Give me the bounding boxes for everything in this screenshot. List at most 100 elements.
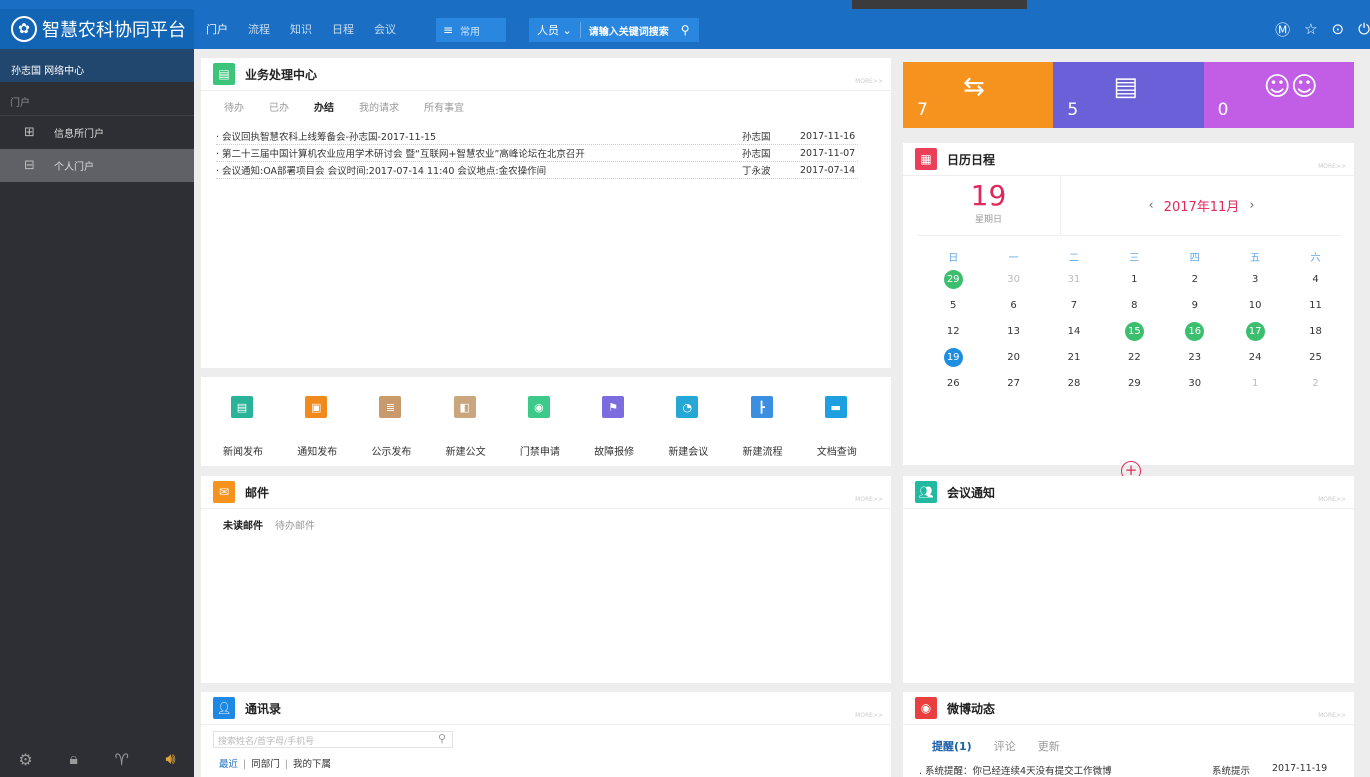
speaker-icon[interactable]: 🔊︎ [166,749,176,769]
item-title[interactable]: · 会议通知:OA部署项目会 会议时间:2017-07-14 11:40 会议地… [216,163,742,177]
item-title[interactable]: · 第二十三届中国计算机农业应用学术研讨会 暨“互联网+智慧农业”高峰论坛在北京… [216,146,742,160]
nav-workflow[interactable]: 流程 [248,21,270,37]
calendar-day[interactable]: 11 [1285,292,1345,318]
more-link[interactable]: MORE>> [855,496,883,503]
calendar-day[interactable]: 4 [1285,266,1345,292]
search-scope-select[interactable]: 人员 ⌄ [529,22,581,38]
tab-updates[interactable]: 更新 [1038,738,1060,754]
list-item[interactable]: · 会议回执智慧农科上线筹备会-孙志国-2017-11-15 孙志国 2017-… [216,128,858,145]
tab-unread-mail[interactable]: 未读邮件 [223,517,263,532]
sidebar-item-info-portal[interactable]: ⊞ 信息所门户 [0,116,194,149]
tab-recent[interactable]: 最近 [219,759,238,770]
contacts-search-input[interactable]: 搜索姓名/首字母/手机号 ⚲ [213,731,453,748]
calendar-day[interactable]: 12 [923,318,983,344]
calendar-day[interactable]: 10 [1225,292,1285,318]
app-logo[interactable]: ✿ 智慧农科协同平台 [0,9,194,49]
nav-portal[interactable]: 门户 [206,21,228,37]
calendar-day[interactable]: 16 [1165,318,1225,344]
settings-icon[interactable]: ⚙ [18,750,32,769]
shortcut-publicity[interactable]: ≣ 公示发布 [371,396,445,458]
star-icon[interactable]: ☆ [1304,20,1317,38]
calendar-day[interactable]: 2 [1285,370,1345,396]
calendar-day[interactable]: 17 [1225,318,1285,344]
more-link[interactable]: MORE>> [1318,163,1346,170]
calendar-day[interactable]: 8 [1104,292,1164,318]
nav-meeting[interactable]: 会议 [374,21,396,37]
tile-documents[interactable]: 5 ▤ [1053,62,1204,128]
tab-subordinates[interactable]: 我的下属 [293,759,331,770]
list-item[interactable]: · 会议通知:OA部署项目会 会议时间:2017-07-14 11:40 会议地… [216,162,858,179]
shortcut-repair[interactable]: ⚑ 故障报修 [594,396,668,458]
calendar-day[interactable]: 5 [923,292,983,318]
calendar-day[interactable]: 28 [1044,370,1104,396]
list-item[interactable]: . 系统提醒：你已经连续4天没有提交工作微博 系统提示 2017-11-19 [919,763,1330,777]
chevron-right-icon[interactable]: › [1249,198,1254,213]
m-icon[interactable]: Ⓜ [1275,19,1290,40]
calendar-day[interactable]: 29 [1104,370,1164,396]
more-circle-icon[interactable]: ⊙ [1332,20,1345,38]
calendar-day[interactable]: 3 [1225,266,1285,292]
shirt-icon[interactable]: ♈ [115,750,129,769]
calendar-day[interactable]: 30 [1165,370,1225,396]
tab-todo[interactable]: 待办 [224,99,244,114]
calendar-day[interactable]: 20 [983,344,1043,370]
calendar-day[interactable]: 29 [923,266,983,292]
shortcut-new-meeting[interactable]: ◔ 新建会议 [668,396,742,458]
calendar-day[interactable]: 31 [1044,266,1104,292]
item-title[interactable]: · 会议回执智慧农科上线筹备会-孙志国-2017-11-15 [216,129,742,143]
tile-handover[interactable]: 7 ⇆ [903,62,1054,128]
tab-finished[interactable]: 办结 [314,99,334,114]
calendar-day[interactable]: 30 [983,266,1043,292]
calendar-day[interactable]: 6 [983,292,1043,318]
search-icon[interactable]: ⚲ [681,23,690,37]
calendar-day[interactable]: 14 [1044,318,1104,344]
calendar-day[interactable]: 1 [1225,370,1285,396]
chevron-left-icon[interactable]: ‹ [1148,198,1153,213]
tab-done[interactable]: 已办 [269,99,289,114]
tab-all[interactable]: 所有事宜 [424,99,464,114]
shortcut-new-workflow[interactable]: ┣ 新建流程 [743,396,817,458]
shortcut-new-document[interactable]: ◧ 新建公文 [446,396,520,458]
calendar-day[interactable]: 25 [1285,344,1345,370]
more-link[interactable]: MORE>> [855,78,883,85]
calendar-day[interactable]: 9 [1165,292,1225,318]
calendar-day[interactable]: 15 [1104,318,1164,344]
sidebar-item-personal-portal[interactable]: ⊟ 个人门户 [0,149,194,182]
calendar-day[interactable]: 19 [923,344,983,370]
shortcut-notice[interactable]: ▣ 通知发布 [297,396,371,458]
nav-schedule[interactable]: 日程 [332,21,354,37]
calendar-day[interactable]: 7 [1044,292,1104,318]
tab-comments[interactable]: 评论 [994,738,1016,754]
calendar-panel: ▦ 日历日程 MORE>> 19 星期日 ‹ 2017年11月 › 日 一 二 … [903,143,1354,481]
list-item[interactable]: · 第二十三届中国计算机农业应用学术研讨会 暨“互联网+智慧农业”高峰论坛在北京… [216,145,858,162]
item-title[interactable]: . 系统提醒：你已经连续4天没有提交工作微博 [919,763,1212,777]
shortcut-news[interactable]: ▤ 新闻发布 [223,396,297,458]
calendar-day[interactable]: 24 [1225,344,1285,370]
calendar-day[interactable]: 13 [983,318,1043,344]
tab-reminders[interactable]: 提醒(1) [932,738,972,754]
more-link[interactable]: MORE>> [855,712,883,719]
calendar-day[interactable]: 22 [1104,344,1164,370]
tile-people[interactable]: 0 ☺☺ [1203,62,1354,128]
search-icon[interactable]: ⚲ [438,732,446,745]
calendar-day[interactable]: 21 [1044,344,1104,370]
calendar-day[interactable]: 27 [983,370,1043,396]
calendar-day[interactable]: 1 [1104,266,1164,292]
common-menu-button[interactable]: ≡ 常用 [436,18,506,42]
tab-my-requests[interactable]: 我的请求 [359,99,399,114]
more-link[interactable]: MORE>> [1318,712,1346,719]
nav-knowledge[interactable]: 知识 [290,21,312,37]
shortcut-access-request[interactable]: ◉ 门禁申请 [520,396,594,458]
search-input[interactable]: 请输入关键词搜索 [581,23,677,38]
lock-icon[interactable]: 🔒︎ [69,749,78,769]
calendar-day[interactable]: 18 [1285,318,1345,344]
power-icon[interactable]: ⏻ [1358,20,1370,38]
calendar-day[interactable]: 2 [1165,266,1225,292]
calendar-day[interactable]: 26 [923,370,983,396]
common-menu-label: 常用 [460,26,480,38]
more-link[interactable]: MORE>> [1318,496,1346,503]
tab-same-dept[interactable]: 同部门 [251,759,280,770]
tab-pending-mail[interactable]: 待办邮件 [275,517,315,532]
calendar-day[interactable]: 23 [1165,344,1225,370]
shortcut-doc-search[interactable]: ▬ 文档查询 [817,396,891,458]
